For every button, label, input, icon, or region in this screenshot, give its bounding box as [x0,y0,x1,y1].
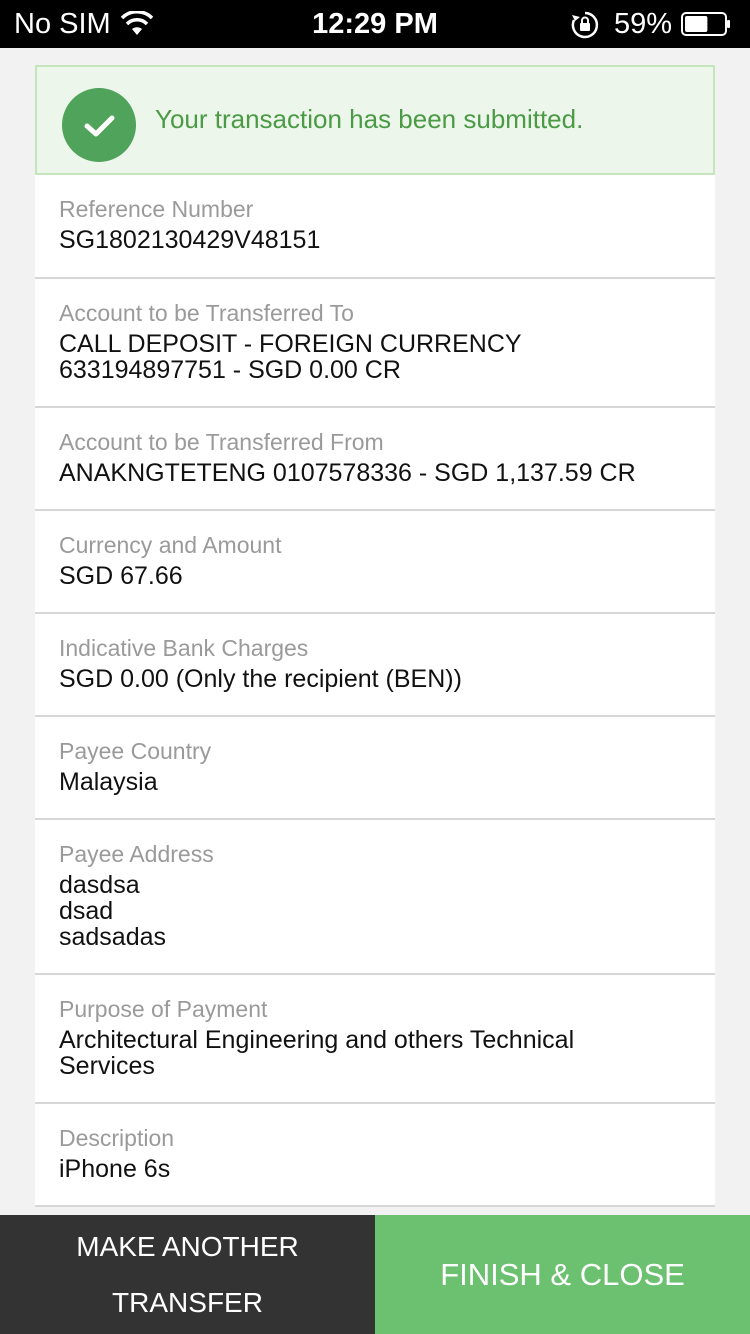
transfer-to-field: Account to be Transferred To CALL DEPOSI… [35,279,715,408]
transfer-from-field: Account to be Transferred From ANAKNGTET… [35,408,715,511]
status-bar: No SIM 12:29 PM 59% [0,0,750,48]
success-message: Your transaction has been submitted. [155,104,584,134]
currency-amount-field: Currency and Amount SGD 67.66 [35,511,715,614]
success-banner: Your transaction has been submitted. [35,65,715,175]
field-value: Architectural Engineering and others Tec… [59,1026,575,1080]
description-field: Description iPhone 6s [35,1104,715,1207]
reference-number-field: Reference Number SG1802130429V48151 [35,175,715,279]
field-value: SGD 0.00 (Only the recipient (BEN)) [59,665,462,693]
field-label: Reference Number [59,196,254,222]
make-another-transfer-button[interactable]: MAKE ANOTHER TRANSFER [0,1215,375,1334]
field-value: ANAKNGTETENG 0107578336 - SGD 1,137.59 C… [59,459,636,487]
field-value: SG1802130429V48151 [59,226,321,254]
field-label: Currency and Amount [59,532,282,558]
field-value: SGD 67.66 [59,562,183,590]
field-label: Payee Address [59,841,214,867]
rotation-lock-icon [571,11,599,39]
check-icon [62,88,136,162]
field-label: Account to be Transferred To [59,300,354,326]
field-value: CALL DEPOSIT - FOREIGN CURRENCY 63319489… [59,330,522,384]
button-label-line1: MAKE ANOTHER [76,1231,299,1262]
purpose-of-payment-field: Purpose of Payment Architectural Enginee… [35,975,715,1104]
field-value: Malaysia [59,768,158,796]
action-bar: MAKE ANOTHER TRANSFER FINISH & CLOSE [0,1215,750,1334]
battery-percent: 59% [614,8,673,40]
payee-address-field: Payee Address dasdsa dsad sadsadas [35,820,715,975]
field-label: Indicative Bank Charges [59,635,309,661]
field-value: iPhone 6s [59,1155,171,1183]
field-label: Description [59,1125,175,1151]
transaction-details: Your transaction has been submitted. Ref… [35,65,715,1207]
button-label-line2: TRANSFER [112,1287,263,1318]
field-label: Account to be Transferred From [59,429,384,455]
payee-country-field: Payee Country Malaysia [35,717,715,820]
field-value: dasdsa dsad sadsadas [59,871,167,951]
finish-close-button[interactable]: FINISH & CLOSE [375,1215,750,1334]
field-label: Payee Country [59,738,212,764]
bank-charges-field: Indicative Bank Charges SGD 0.00 (Only t… [35,614,715,717]
field-label: Purpose of Payment [59,996,268,1022]
battery-icon [681,12,730,36]
